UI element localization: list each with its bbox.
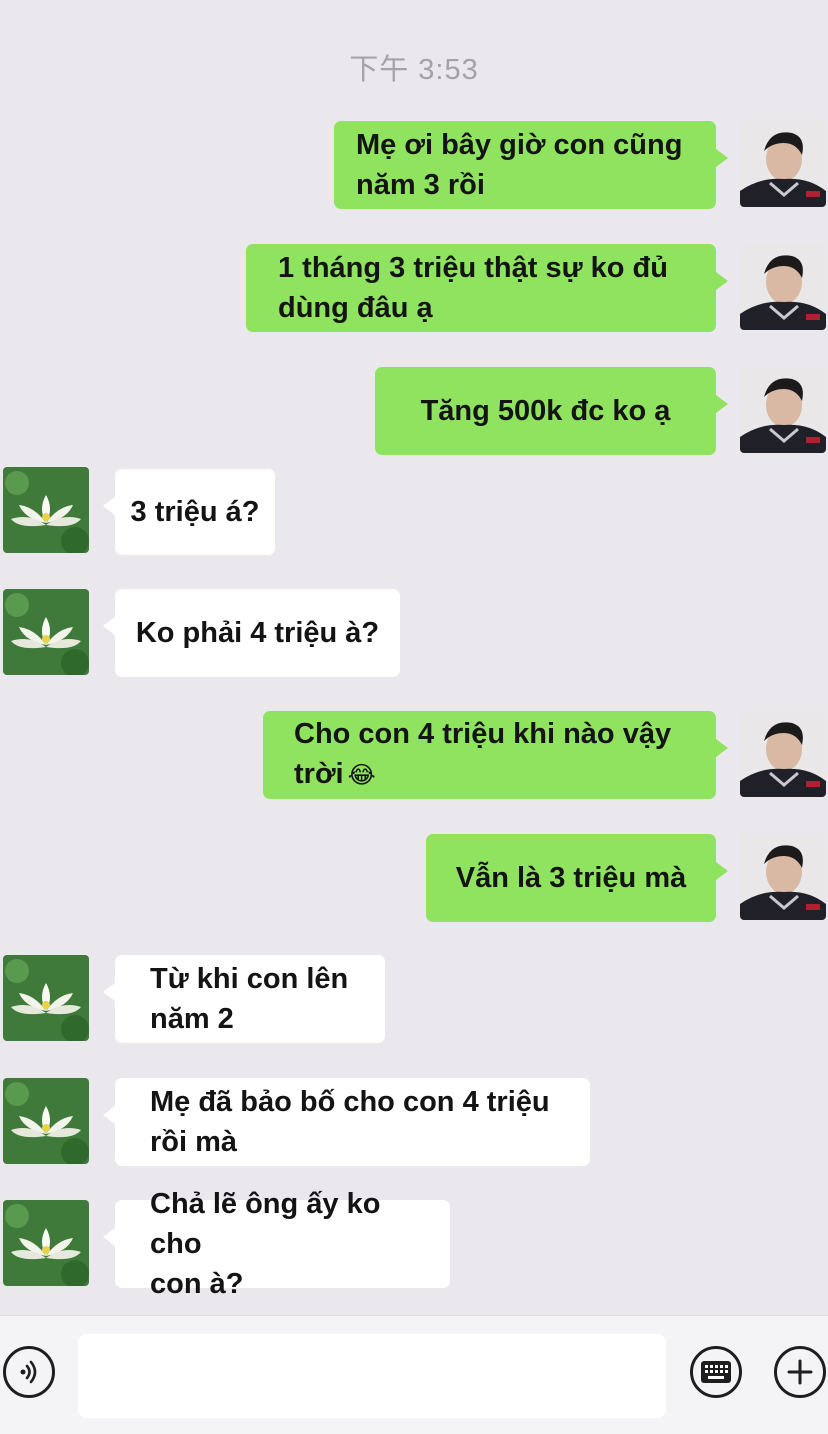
message-line: Mẹ đã bảo bố cho con 4 triệu xyxy=(150,1086,550,1118)
contact-avatar[interactable] xyxy=(3,589,89,675)
self-avatar[interactable] xyxy=(740,121,826,207)
outgoing-message-bubble[interactable]: Mẹ ơi bây giờ con cũng năm 3 rồi xyxy=(334,121,728,209)
message-line: 3 triệu á? xyxy=(130,496,260,528)
message-input[interactable] xyxy=(78,1334,666,1418)
keyboard-button[interactable] xyxy=(690,1346,742,1398)
incoming-message-bubble[interactable]: Từ khi con lên năm 2 xyxy=(103,955,385,1043)
self-avatar[interactable] xyxy=(740,244,826,330)
chat-timestamp: 下午 3:53 xyxy=(349,54,479,86)
outgoing-message-bubble[interactable]: 1 tháng 3 triệu thật sự ko đủ dùng đâu ạ xyxy=(246,244,728,332)
message-line: Vẫn là 3 triệu mà xyxy=(455,862,687,894)
outgoing-message-bubble[interactable]: Cho con 4 triệu khi nào vậy trời 😂 xyxy=(263,711,728,799)
outgoing-message-bubble[interactable]: Vẫn là 3 triệu mà xyxy=(426,834,728,922)
self-avatar[interactable] xyxy=(740,711,826,797)
incoming-message-bubble[interactable]: Mẹ đã bảo bố cho con 4 triệu rồi mà xyxy=(103,1078,590,1166)
plus-button[interactable] xyxy=(774,1346,826,1398)
message-line: năm 3 rồi xyxy=(356,169,485,201)
self-avatar[interactable] xyxy=(740,367,826,453)
chat-input-bar xyxy=(0,1315,828,1434)
voice-button[interactable] xyxy=(3,1346,55,1398)
message-line: rồi mà xyxy=(150,1126,238,1158)
incoming-message-bubble[interactable]: Chả lẽ ông ấy ko cho con à? xyxy=(103,1188,450,1300)
message-line: Tăng 500k đc ko ạ xyxy=(420,395,671,427)
laughing-emoji-icon: 😂 xyxy=(347,762,376,789)
contact-avatar[interactable] xyxy=(3,467,89,553)
incoming-message-bubble[interactable]: Ko phải 4 triệu à? xyxy=(103,589,400,677)
outgoing-message-bubble[interactable]: Tăng 500k đc ko ạ xyxy=(375,367,728,455)
message-line: con à? xyxy=(150,1268,244,1300)
plus-icon xyxy=(787,1359,813,1385)
contact-avatar[interactable] xyxy=(3,1078,89,1164)
contact-avatar[interactable] xyxy=(3,955,89,1041)
voice-icon xyxy=(20,1360,37,1384)
contact-avatar[interactable] xyxy=(3,1200,89,1286)
message-line: Chả lẽ ông ấy ko cho xyxy=(150,1188,381,1260)
message-line: năm 2 xyxy=(150,1003,234,1035)
keyboard-icon xyxy=(701,1361,731,1383)
message-line: 1 tháng 3 triệu thật sự ko đủ xyxy=(278,252,668,284)
message-line: Ko phải 4 triệu à? xyxy=(135,617,380,649)
message-line: Cho con 4 triệu khi nào vậy xyxy=(294,718,672,750)
message-line: Mẹ ơi bây giờ con cũng xyxy=(356,129,683,161)
message-line: trời xyxy=(294,758,344,790)
message-line: dùng đâu ạ xyxy=(278,292,433,324)
incoming-message-bubble[interactable]: 3 triệu á? xyxy=(103,469,275,555)
self-avatar[interactable] xyxy=(740,834,826,920)
message-line: Từ khi con lên xyxy=(150,963,349,995)
